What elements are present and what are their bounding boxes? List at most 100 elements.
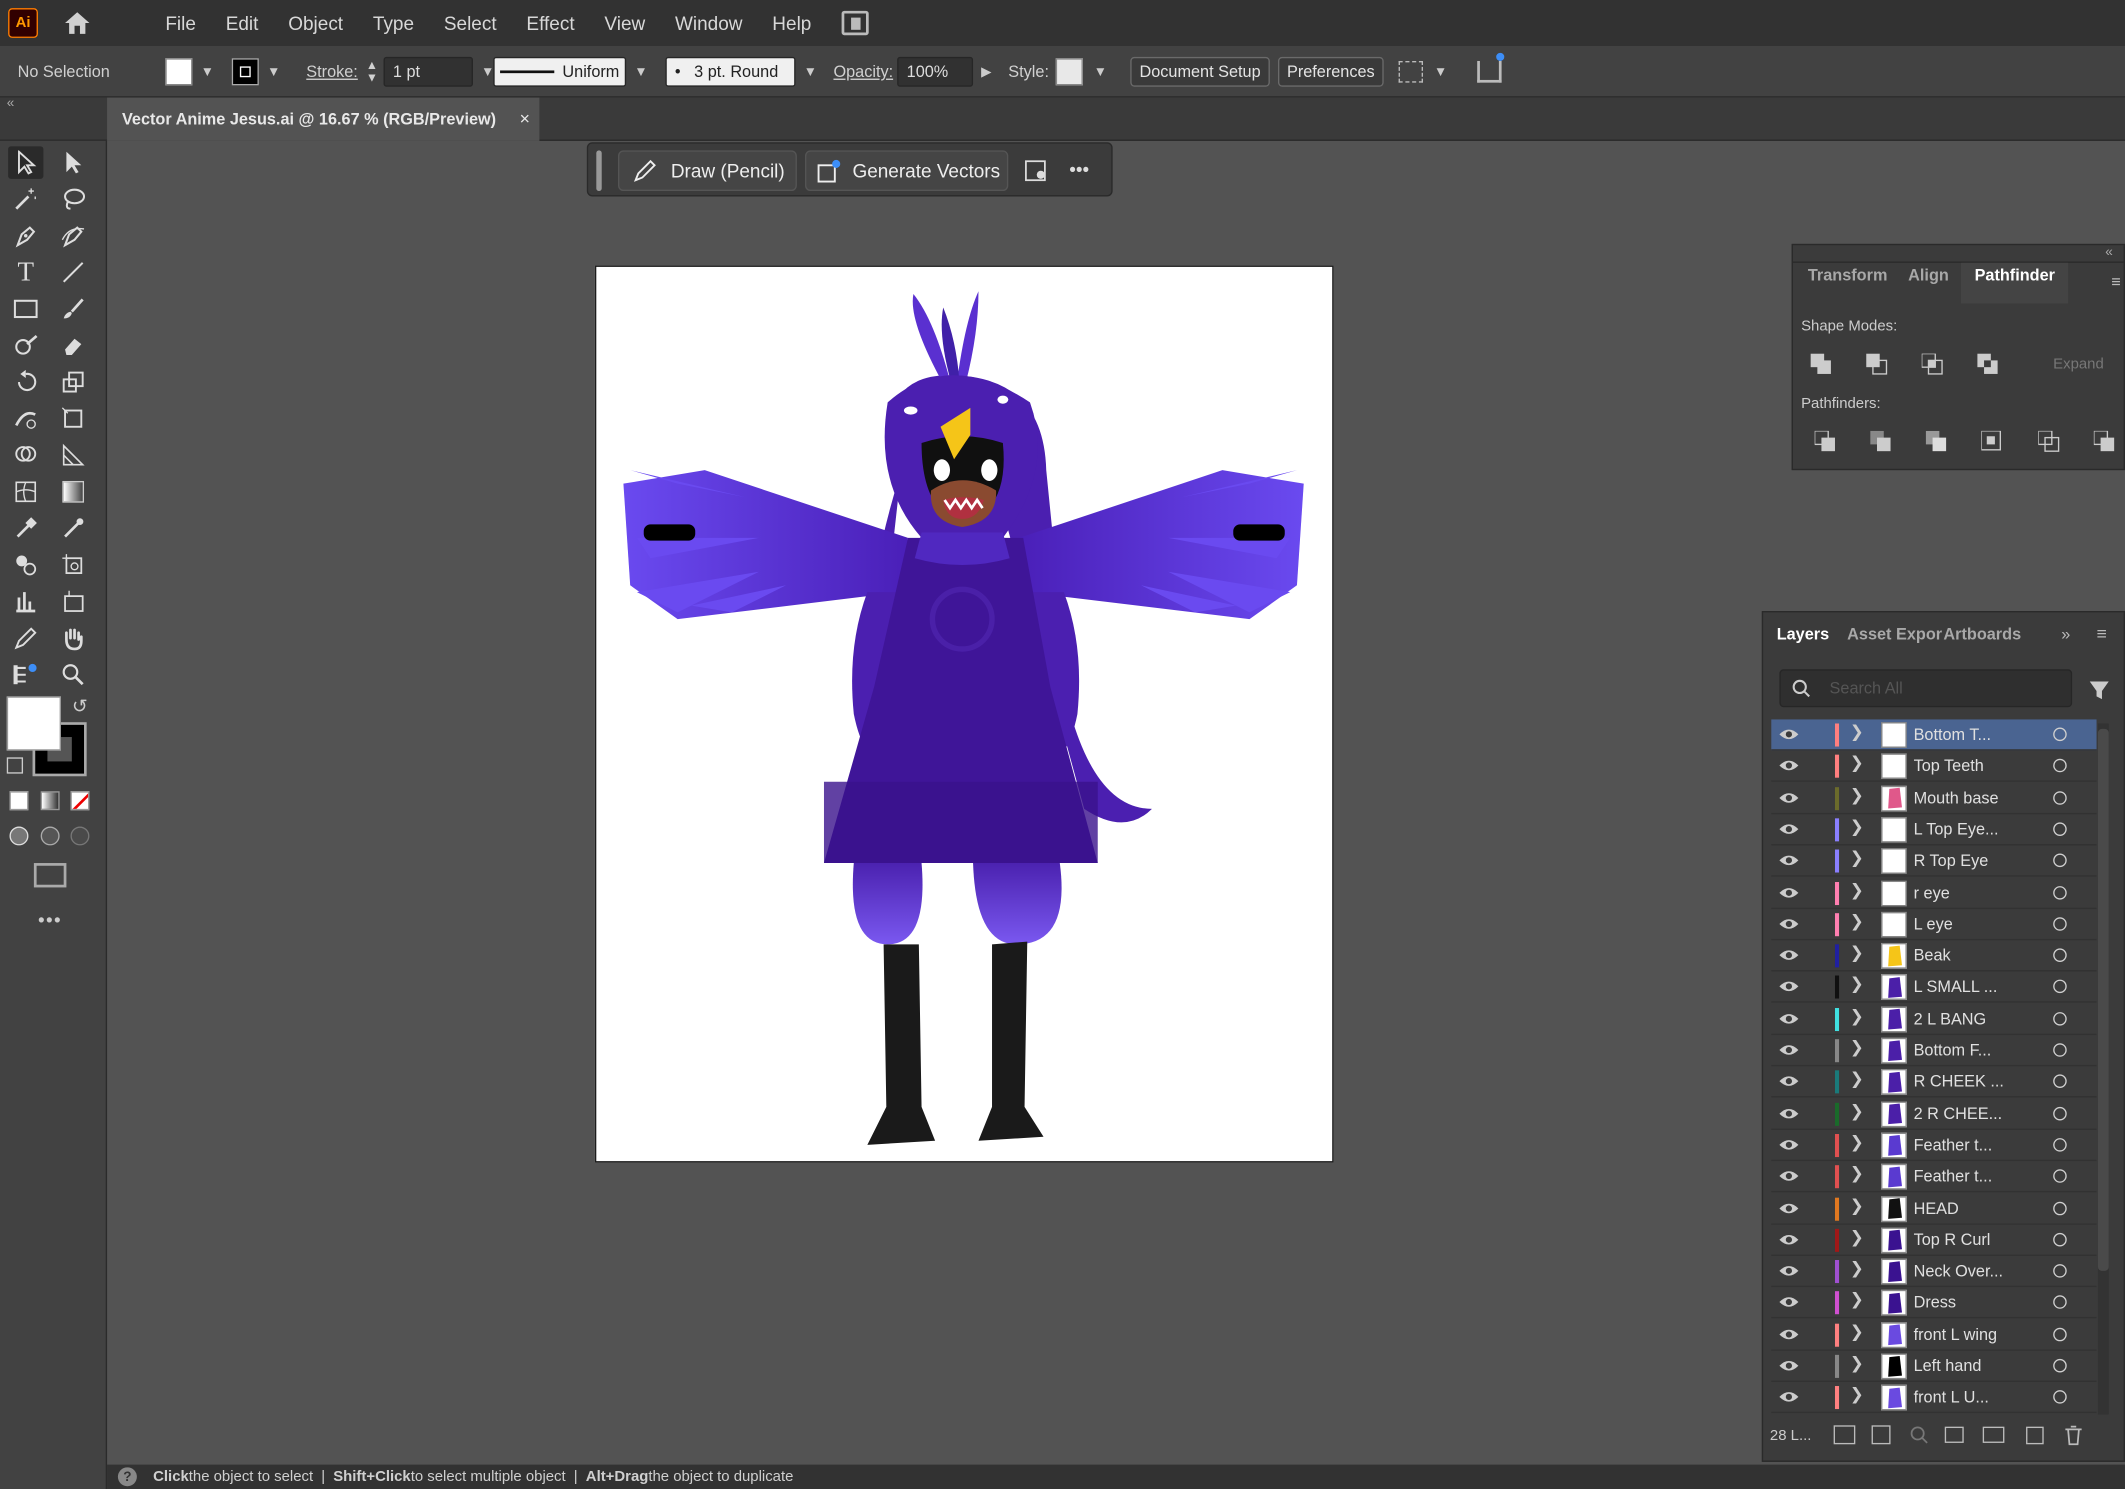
visibility-eye-icon[interactable] (1778, 821, 1800, 837)
menu-view[interactable]: View (604, 12, 645, 34)
collapse-toolbar-icon[interactable]: « (7, 96, 15, 111)
visibility-eye-icon[interactable] (1778, 1042, 1800, 1058)
layer-row[interactable]: ❯ L Top Eye... (1771, 814, 2097, 846)
draw-behind-icon[interactable] (40, 826, 60, 846)
layer-row[interactable]: ❯ Bottom F... (1771, 1035, 2097, 1067)
new-sublayer-icon[interactable] (1982, 1426, 2005, 1443)
visibility-eye-icon[interactable] (1778, 947, 1800, 963)
layer-name[interactable]: L eye (1914, 914, 1953, 933)
drag-handle[interactable] (596, 150, 602, 192)
layer-target-icon[interactable] (2053, 1201, 2067, 1215)
visibility-eye-icon[interactable] (1778, 1010, 1800, 1026)
layer-name[interactable]: front L U... (1914, 1388, 1989, 1407)
none-mode-icon[interactable] (70, 791, 90, 811)
more-options-icon[interactable]: ••• (1069, 159, 1089, 181)
visibility-eye-icon[interactable] (1778, 1294, 1800, 1310)
visibility-eye-icon[interactable] (1778, 1168, 1800, 1184)
expand-chevron-icon[interactable]: ❯ (1850, 1196, 1864, 1215)
expand-chevron-icon[interactable]: ❯ (1850, 722, 1864, 741)
layer-row[interactable]: ❯ Mouth base (1771, 783, 2097, 814)
menu-file[interactable]: File (165, 12, 196, 34)
visibility-eye-icon[interactable] (1778, 979, 1800, 995)
chevron-down-icon[interactable]: ▼ (1094, 64, 1107, 79)
type-tool-icon[interactable]: T (8, 256, 43, 289)
layer-row[interactable]: ❯ Feather t... (1771, 1130, 2097, 1161)
layer-name[interactable]: R Top Eye (1914, 851, 1989, 870)
selection-tool-icon[interactable] (8, 146, 44, 179)
layer-target-icon[interactable] (2053, 885, 2067, 899)
layer-target-icon[interactable] (2053, 1390, 2067, 1405)
panel-menu-icon[interactable]: ≡ (2097, 623, 2107, 643)
curvature-tool-icon[interactable] (56, 219, 91, 252)
layer-row[interactable]: ❯ HEAD (1771, 1193, 2097, 1225)
chevron-right-icon[interactable]: ▶ (981, 64, 991, 79)
measure-tool-icon[interactable] (56, 512, 91, 545)
visibility-eye-icon[interactable] (1778, 916, 1800, 932)
expand-chevron-icon[interactable]: ❯ (1850, 785, 1864, 804)
visibility-eye-icon[interactable] (1778, 1326, 1800, 1342)
layer-target-icon[interactable] (2053, 790, 2067, 805)
rectangle-tool-icon[interactable] (8, 293, 43, 326)
free-transform-tool-icon[interactable] (56, 402, 91, 435)
visibility-eye-icon[interactable] (1778, 1105, 1800, 1121)
expand-chevron-icon[interactable]: ❯ (1850, 975, 1864, 994)
trash-icon[interactable] (2064, 1425, 2083, 1446)
clipping-mask-icon[interactable] (1944, 1426, 1964, 1443)
visibility-eye-icon[interactable] (1778, 1358, 1800, 1374)
layer-target-icon[interactable] (2053, 1106, 2067, 1120)
chevron-down-icon[interactable]: ▼ (267, 64, 280, 79)
layers-search-input[interactable]: Search All (1779, 669, 2073, 708)
panel-menu-icon[interactable]: ≡ (2111, 272, 2121, 291)
layer-name[interactable]: Mouth base (1914, 788, 1999, 807)
close-tab-icon[interactable]: × (520, 108, 530, 128)
layer-target-icon[interactable] (2053, 759, 2067, 773)
tab-artboards[interactable]: Artboards (1943, 625, 2021, 644)
layer-name[interactable]: front L wing (1914, 1325, 1997, 1344)
expand-chevron-icon[interactable]: ❯ (1850, 912, 1864, 931)
layer-name[interactable]: r eye (1914, 883, 1950, 902)
graphic-style-swatch[interactable] (1055, 58, 1083, 86)
layer-target-icon[interactable] (2053, 1011, 2067, 1026)
edit-toolbar-icon[interactable] (8, 658, 43, 691)
layer-target-icon[interactable] (2053, 916, 2067, 931)
chevron-down-icon[interactable]: ▼ (634, 64, 647, 79)
layer-name[interactable]: L Top Eye... (1914, 820, 1999, 839)
expand-chevron-icon[interactable]: ❯ (1850, 754, 1864, 773)
expand-button[interactable]: Expand (2053, 356, 2104, 372)
expand-chevron-icon[interactable]: ❯ (1850, 1354, 1864, 1373)
layer-name[interactable]: Top Teeth (1914, 756, 1984, 775)
expand-chevron-icon[interactable]: ❯ (1850, 848, 1864, 867)
layer-name[interactable]: Top R Curl (1914, 1230, 1991, 1249)
layer-row[interactable]: ❯ Top Teeth (1771, 751, 2097, 783)
layer-target-icon[interactable] (2053, 1232, 2067, 1247)
exclude-icon[interactable] (1977, 353, 1999, 376)
zoom-tool-icon[interactable] (56, 658, 91, 691)
gradient-tool-icon[interactable] (56, 476, 91, 509)
layer-name[interactable]: Dress (1914, 1293, 1956, 1312)
layer-target-icon[interactable] (2053, 1137, 2067, 1152)
expand-chevron-icon[interactable]: ❯ (1850, 1133, 1864, 1152)
shape-builder-tool-icon[interactable] (8, 439, 43, 472)
expand-chevron-icon[interactable]: ❯ (1850, 1164, 1864, 1183)
layer-row[interactable]: ❯ R CHEEK ... (1771, 1067, 2097, 1098)
collapse-panel-icon[interactable]: « (2105, 245, 2113, 260)
eraser-tool-icon[interactable] (56, 329, 91, 362)
layer-name[interactable]: 2 L BANG (1914, 1009, 1987, 1028)
stroke-label[interactable]: Stroke: (306, 46, 358, 97)
warp-tool-icon[interactable] (8, 402, 43, 435)
layer-target-icon[interactable] (2053, 980, 2067, 994)
minus-front-icon[interactable] (1866, 353, 1888, 376)
layer-row[interactable]: ❯ Neck Over... (1771, 1256, 2097, 1288)
more-tools-icon[interactable]: ••• (38, 909, 62, 931)
draw-inside-icon[interactable] (70, 826, 90, 846)
layer-row[interactable]: ❯ Feather t... (1771, 1161, 2097, 1193)
line-tool-icon[interactable] (56, 256, 91, 289)
expand-chevron-icon[interactable]: ❯ (1850, 1006, 1864, 1025)
chevron-down-icon[interactable]: ▼ (804, 64, 817, 79)
visibility-eye-icon[interactable] (1778, 852, 1800, 868)
magic-wand-tool-icon[interactable] (8, 183, 43, 216)
symbol-sprayer-tool-icon[interactable] (8, 549, 43, 582)
layer-name[interactable]: Beak (1914, 946, 1951, 965)
layer-row[interactable]: ❯ front L wing (1771, 1319, 2097, 1351)
expand-chevron-icon[interactable]: ❯ (1850, 1322, 1864, 1341)
